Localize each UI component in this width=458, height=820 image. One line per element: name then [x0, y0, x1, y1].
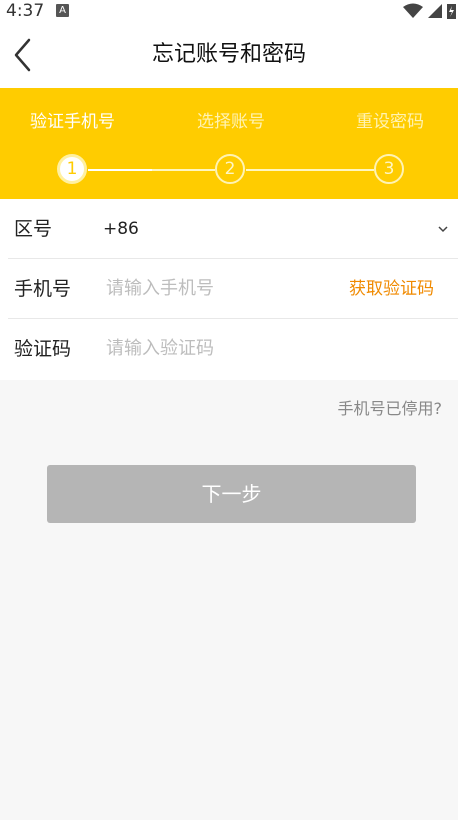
step-label-reset-password: 重设密码 — [356, 112, 424, 132]
status-icons — [403, 3, 456, 19]
next-button[interactable]: 下一步 — [47, 465, 416, 523]
step-circle-2: 2 — [215, 154, 245, 184]
signal-icon — [428, 4, 442, 18]
phone-input[interactable]: 请输入手机号 — [106, 259, 214, 319]
step-connector — [88, 169, 152, 171]
region-code-label: 区号 — [14, 218, 53, 240]
app-header: 忘记账号和密码 — [0, 22, 458, 88]
region-code-row[interactable]: 区号 +86 — [8, 199, 458, 259]
step-connector — [152, 169, 215, 171]
step-label-verify-phone: 验证手机号 — [30, 112, 115, 132]
step-connector — [246, 169, 374, 171]
region-code-value[interactable]: +86 — [103, 199, 139, 259]
step-progress: 验证手机号 选择账号 重设密码 1 2 3 — [0, 88, 458, 199]
code-input[interactable]: 请输入验证码 — [106, 319, 214, 379]
step-circle-1: 1 — [57, 154, 87, 184]
phone-disabled-link[interactable]: 手机号已停用? — [338, 397, 443, 421]
page-title: 忘记账号和密码 — [151, 42, 306, 67]
step-circle-3: 3 — [374, 154, 404, 184]
get-code-button[interactable]: 获取验证码 — [349, 259, 434, 319]
step-label-choose-account: 选择账号 — [197, 112, 265, 132]
phone-row: 手机号 请输入手机号 获取验证码 — [8, 259, 458, 319]
back-arrow-icon[interactable] — [10, 36, 36, 74]
wifi-icon — [403, 3, 423, 18]
verification-form: 区号 +86 手机号 请输入手机号 获取验证码 验证码 请输入验证码 — [0, 199, 458, 380]
status-bar: 4:37 A — [0, 0, 458, 22]
phone-label: 手机号 — [14, 278, 72, 300]
code-row: 验证码 请输入验证码 — [8, 319, 458, 380]
status-time: 4:37 — [6, 1, 45, 21]
code-label: 验证码 — [14, 338, 72, 360]
notification-icon: A — [56, 4, 69, 17]
chevron-down-icon[interactable] — [438, 225, 448, 233]
battery-icon — [447, 4, 456, 19]
